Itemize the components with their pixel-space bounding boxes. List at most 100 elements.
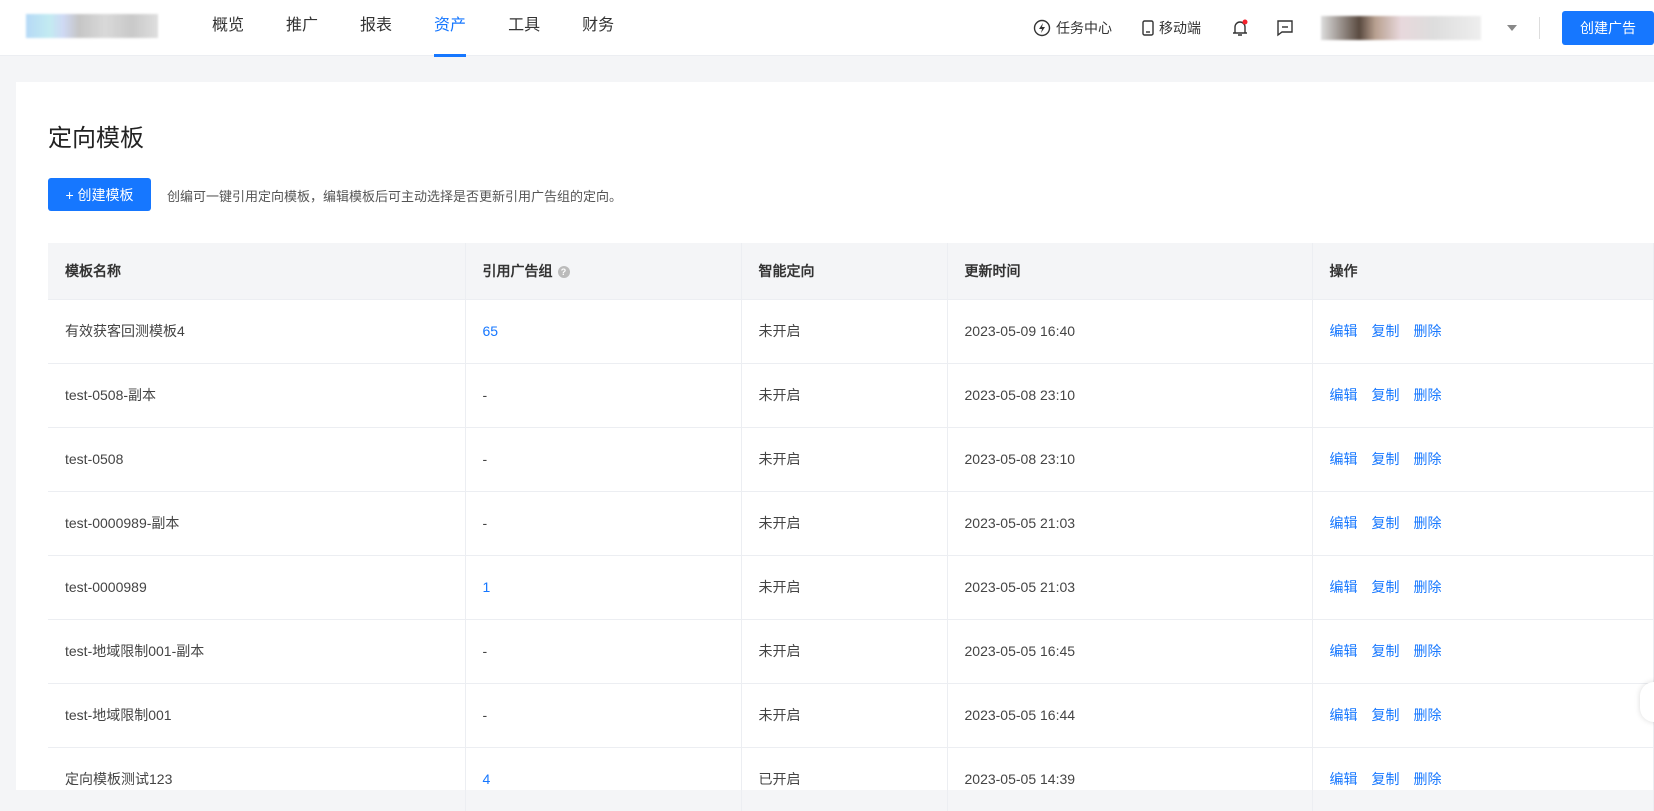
template-name: test-0000989 [48,554,466,619]
template-name: test-地域限制001 [48,682,466,747]
floating-handle[interactable] [1640,682,1654,722]
page-description: 创编可一键引用定向模板，编辑模板后可主动选择是否更新引用广告组的定向。 [167,189,623,204]
logo[interactable] [26,14,158,38]
template-name: test-0508-副本 [48,362,466,427]
copy-link[interactable]: 复制 [1372,771,1400,787]
row-actions: 编辑 复制 删除 [1312,426,1654,491]
ref-count: - [465,362,742,427]
update-time: 2023-05-05 14:39 [947,746,1313,811]
copy-link[interactable]: 复制 [1372,515,1400,531]
edit-link[interactable]: 编辑 [1330,387,1358,403]
table-row: 定向模板测试123 4 已开启 2023-05-05 14:39 编辑 复制 删除 [48,746,1654,811]
ref-count: - [465,490,742,555]
ref-count[interactable]: 4 [465,746,742,811]
message-icon [1277,20,1293,37]
nav-overview[interactable]: 概览 [212,0,244,56]
table-row: 有效获客回测模板4 65 未开启 2023-05-09 16:40 编辑 复制 删除 [48,298,1654,363]
table-row: test-0508 - 未开启 2023-05-08 23:10 编辑 复制 删除 [48,426,1654,491]
nav-promotion[interactable]: 推广 [286,0,318,56]
ref-count: - [465,618,742,683]
row-actions: 编辑 复制 删除 [1312,554,1654,619]
template-name: test-0000989-副本 [48,490,466,555]
col-smart: 智能定向 [741,243,948,299]
template-name: 有效获客回测模板4 [48,298,466,363]
smart-targeting: 未开启 [741,682,948,747]
delete-link[interactable]: 删除 [1414,387,1442,403]
user-avatar[interactable] [1321,16,1481,40]
copy-link[interactable]: 复制 [1372,643,1400,659]
template-name: test-0508 [48,426,466,491]
nav-finance[interactable]: 财务 [582,0,614,56]
edit-link[interactable]: 编辑 [1330,707,1358,723]
ref-count[interactable]: 1 [465,554,742,619]
update-time: 2023-05-09 16:40 [947,298,1313,363]
copy-link[interactable]: 复制 [1372,451,1400,467]
top-header: 概览 推广 报表 资产 工具 财务 任务中心 移动端 创建广告 [0,0,1654,57]
smart-targeting: 未开启 [741,618,948,683]
delete-link[interactable]: 删除 [1414,643,1442,659]
delete-link[interactable]: 删除 [1414,579,1442,595]
update-time: 2023-05-05 21:03 [947,554,1313,619]
smart-targeting: 已开启 [741,746,948,811]
smart-targeting: 未开启 [741,298,948,363]
update-time: 2023-05-05 16:44 [947,682,1313,747]
nav-tools[interactable]: 工具 [508,0,540,56]
mobile-button[interactable]: 移动端 [1142,18,1201,38]
table-row: test-0000989-副本 - 未开启 2023-05-05 21:03 编… [48,490,1654,555]
smart-targeting: 未开启 [741,362,948,427]
row-actions: 编辑 复制 删除 [1312,362,1654,427]
update-time: 2023-05-08 23:10 [947,362,1313,427]
divider [1539,17,1540,39]
col-time: 更新时间 [947,243,1313,299]
ref-count: - [465,682,742,747]
content-card: 定向模板 + 创建模板 创编可一键引用定向模板，编辑模板后可主动选择是否更新引用… [16,82,1654,811]
ref-count[interactable]: 65 [465,298,742,363]
notification-button[interactable] [1231,19,1254,37]
delete-link[interactable]: 删除 [1414,451,1442,467]
phone-icon [1142,20,1154,36]
template-name: test-地域限制001-副本 [48,618,466,683]
smart-targeting: 未开启 [741,490,948,555]
delete-link[interactable]: 删除 [1414,707,1442,723]
bell-icon [1233,19,1248,36]
template-table: 模板名称 引用广告组? 智能定向 更新时间 操作 有效获客回测模板4 65 未开… [48,243,1654,811]
copy-link[interactable]: 复制 [1372,387,1400,403]
mobile-label: 移动端 [1159,20,1201,36]
col-actions: 操作 [1312,243,1654,299]
edit-link[interactable]: 编辑 [1330,323,1358,339]
nav-reports[interactable]: 报表 [360,0,392,56]
update-time: 2023-05-05 21:03 [947,490,1313,555]
table-row: test-地域限制001-副本 - 未开启 2023-05-05 16:45 编… [48,618,1654,683]
row-actions: 编辑 复制 删除 [1312,618,1654,683]
copy-link[interactable]: 复制 [1372,579,1400,595]
delete-link[interactable]: 删除 [1414,515,1442,531]
create-ad-button[interactable]: 创建广告 [1562,11,1654,45]
edit-link[interactable]: 编辑 [1330,515,1358,531]
row-actions: 编辑 复制 删除 [1312,298,1654,363]
delete-link[interactable]: 删除 [1414,771,1442,787]
edit-link[interactable]: 编辑 [1330,451,1358,467]
edit-link[interactable]: 编辑 [1330,579,1358,595]
copy-link[interactable]: 复制 [1372,707,1400,723]
row-actions: 编辑 复制 删除 [1312,746,1654,811]
edit-link[interactable]: 编辑 [1330,771,1358,787]
chevron-down-icon[interactable] [1507,25,1517,31]
row-actions: 编辑 复制 删除 [1312,490,1654,555]
nav-assets[interactable]: 资产 [434,0,467,57]
table-row: test-0000989 1 未开启 2023-05-05 21:03 编辑 复制… [48,554,1654,619]
ref-count: - [465,426,742,491]
copy-link[interactable]: 复制 [1372,323,1400,339]
col-ref: 引用广告组? [465,243,742,299]
edit-link[interactable]: 编辑 [1330,643,1358,659]
table-row: test-0508-副本 - 未开启 2023-05-08 23:10 编辑 复制… [48,362,1654,427]
task-center-button[interactable]: 任务中心 [1033,18,1112,38]
template-name: 定向模板测试123 [48,746,466,811]
col-name: 模板名称 [48,243,466,299]
row-actions: 编辑 复制 删除 [1312,682,1654,747]
create-template-button[interactable]: + 创建模板 [48,178,151,211]
help-icon[interactable]: ? [557,265,570,278]
message-button[interactable] [1276,19,1299,37]
update-time: 2023-05-08 23:10 [947,426,1313,491]
delete-link[interactable]: 删除 [1414,323,1442,339]
table-row: test-地域限制001 - 未开启 2023-05-05 16:44 编辑 复制… [48,682,1654,747]
